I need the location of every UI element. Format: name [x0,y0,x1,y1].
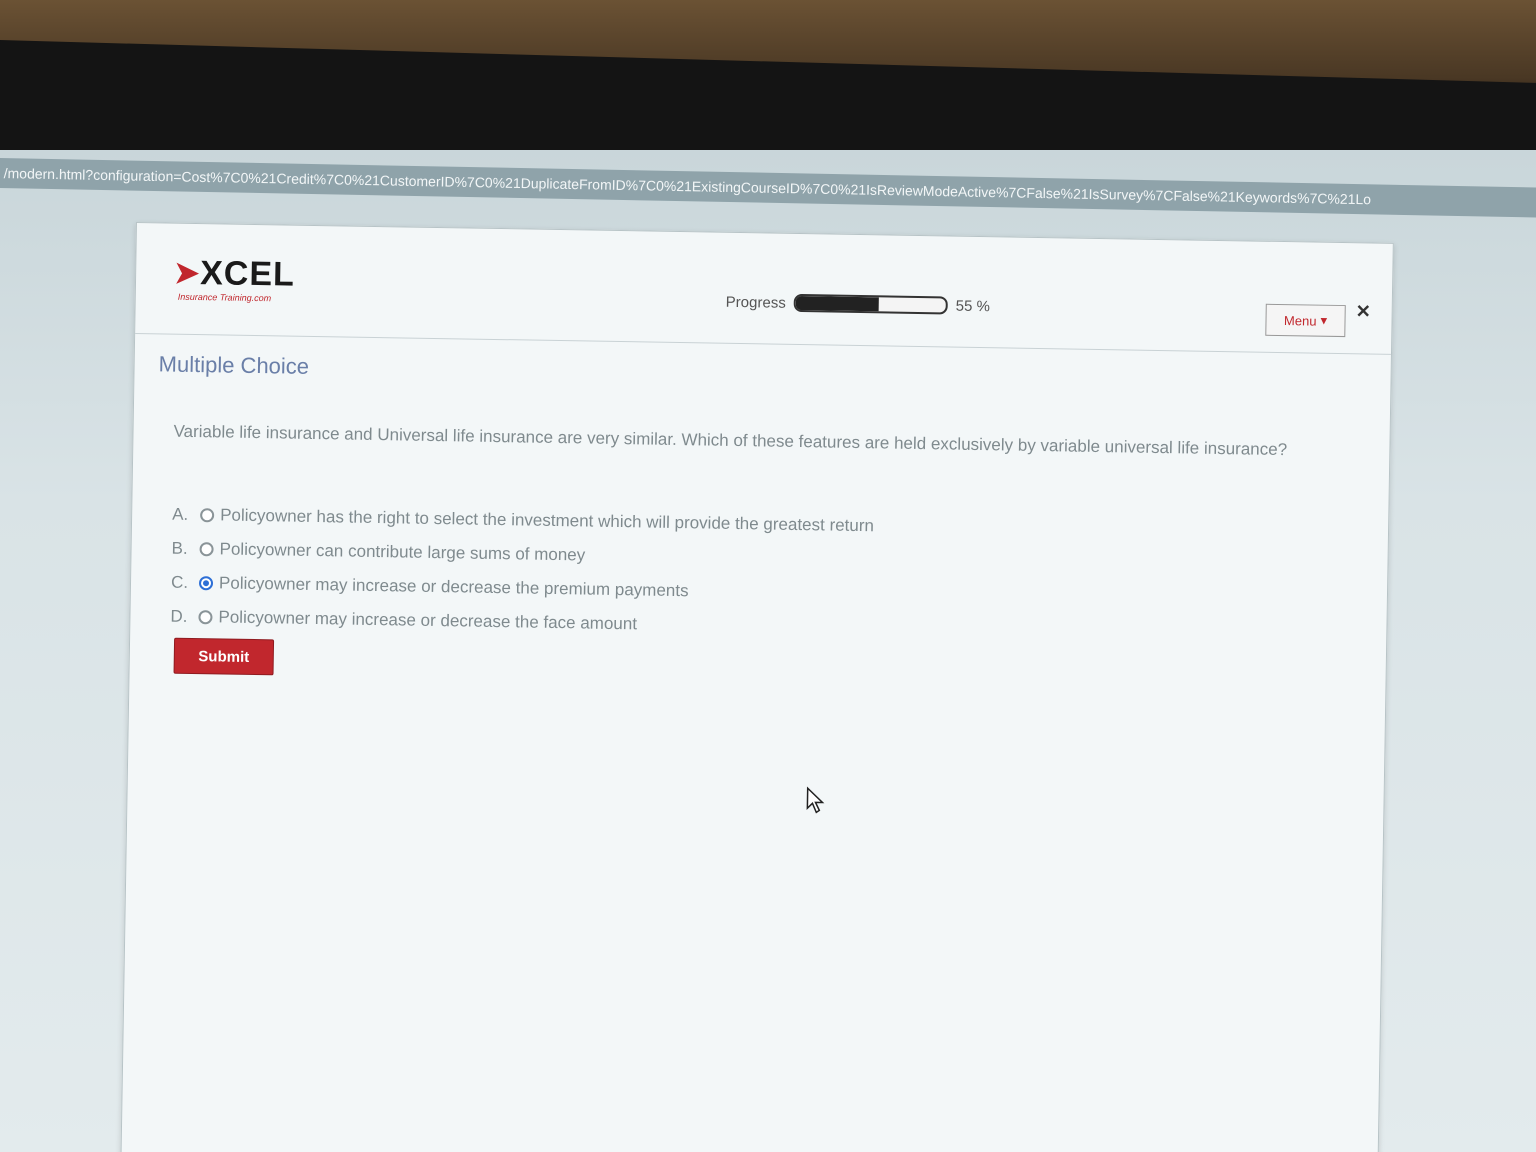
close-icon[interactable]: ✕ [1356,301,1371,322]
course-window: ➤ XCEL Insurance Training.com Progress 5… [120,222,1394,1152]
question-text: Variable life insurance and Universal li… [173,421,1288,460]
option-letter: C. [170,572,189,592]
progress-indicator: Progress 55 % [726,293,990,315]
address-bar[interactable]: /modern.html?configuration=Cost%7C0%21Cr… [0,158,1536,219]
eagle-logo-icon: ➤ [173,256,200,291]
option-letter: D. [170,606,188,626]
menu-button[interactable]: Menu ▾ [1265,303,1346,338]
answer-options: A. Policyowner has the right to select t… [170,498,874,646]
progress-fill [795,295,879,312]
logo-text: XCEL [199,254,296,294]
mouse-pointer-icon [805,786,826,819]
chevron-down-icon: ▾ [1320,312,1328,328]
radio-button[interactable] [198,610,213,625]
menu-label: Menu [1283,312,1317,329]
option-text: Policyowner can contribute large sums of… [219,539,586,565]
radio-button-selected[interactable] [198,576,214,591]
logo: ➤ XCEL Insurance Training.com [174,252,325,304]
course-header: ➤ XCEL Insurance Training.com Progress 5… [135,223,1393,355]
option-letter: A. [172,504,189,524]
monitor-screen: /modern.html?configuration=Cost%7C0%21Cr… [0,150,1536,1152]
option-text: Policyowner may increase or decrease the… [218,573,689,601]
submit-button[interactable]: Submit [173,637,275,676]
section-title: Multiple Choice [158,351,310,379]
option-text: Policyowner has the right to select the … [219,505,875,536]
radio-button[interactable] [199,542,214,557]
radio-button[interactable] [200,508,215,523]
url-text: /modern.html?configuration=Cost%7C0%21Cr… [3,165,1372,208]
progress-bar [793,293,948,315]
progress-label: Progress [725,293,786,312]
option-letter: B. [171,538,188,558]
option-text: Policyowner may increase or decrease the… [218,607,638,634]
progress-percent: 55 % [955,297,991,315]
logo-tagline: Insurance Training.com [177,291,272,304]
